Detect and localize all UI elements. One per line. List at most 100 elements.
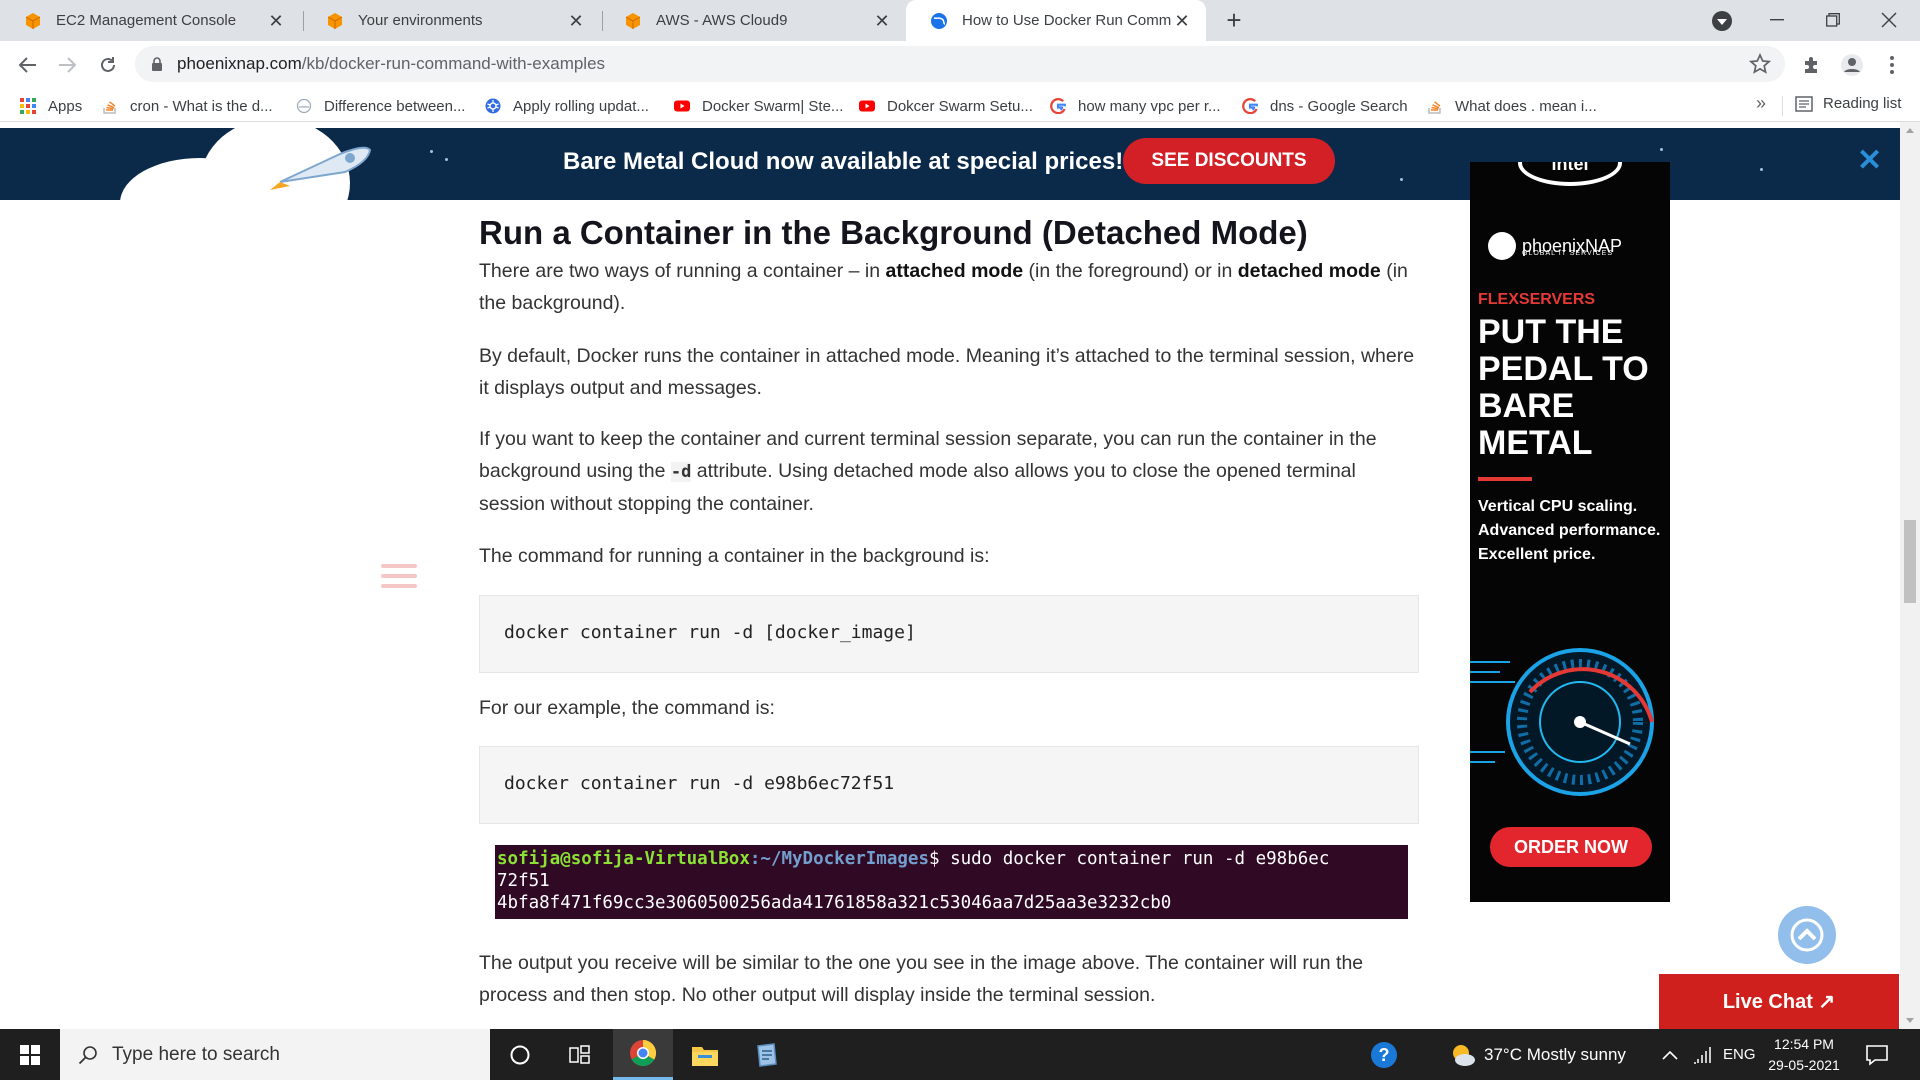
minimize-window-button[interactable] (1749, 0, 1805, 40)
partly-sunny-icon (1453, 1044, 1475, 1066)
notification-bubble-icon (1866, 1044, 1888, 1066)
page-viewport: Bare Metal Cloud now available at specia… (0, 122, 1920, 1029)
browser-toolbar: phoenixnap.com/kb/docker-run-command-wit… (0, 41, 1920, 88)
page-scrollbar[interactable] (1900, 122, 1920, 1029)
scroll-up-arrow-icon[interactable] (1906, 128, 1914, 133)
order-now-button[interactable]: ORDER NOW (1490, 827, 1652, 867)
question-circle-icon: ? (1371, 1041, 1397, 1068)
code-block[interactable]: docker container run -d e98b6ec72f51 (479, 746, 1419, 824)
kebab-menu-icon (1890, 56, 1894, 74)
aws-orange-cube-icon (625, 12, 641, 29)
bookmarks-bar: Apps cron - What is the d... Difference … (0, 88, 1920, 122)
live-chat-button[interactable]: Live Chat ↗ (1659, 974, 1899, 1029)
app-window-icon (757, 1042, 777, 1067)
bookmark-vpc-per-region[interactable]: how many vpc per r... (1050, 95, 1221, 117)
weather-widget[interactable]: 37°C Mostly sunny (1450, 1029, 1626, 1080)
bookmark-label: What does . mean i... (1455, 97, 1597, 115)
weather-text: 37°C Mostly sunny (1484, 1044, 1626, 1064)
bookmark-apps[interactable]: Apps (20, 95, 82, 117)
ad-copy-line: Advanced performance. (1478, 522, 1661, 539)
tab-aws-cloud9[interactable]: AWS - AWS Cloud9 ✕ (600, 0, 906, 41)
notifications-button[interactable] (1865, 1029, 1889, 1080)
rocket-illustration-icon (270, 146, 372, 190)
taskbar-app[interactable] (737, 1029, 797, 1080)
close-banner-icon[interactable]: ✕ (1857, 146, 1882, 176)
close-icon (1881, 12, 1897, 28)
terminal-line: sofija@sofija-VirtualBox:~/MyDockerImage… (497, 848, 1406, 870)
star-decoration (445, 158, 448, 161)
close-tab-icon[interactable]: ✕ (1172, 11, 1192, 31)
bookmark-label: Dokcer Swarm Setu... (887, 97, 1033, 115)
show-hidden-icons-button[interactable] (1662, 1029, 1678, 1080)
table-of-contents-menu-icon[interactable] (381, 564, 417, 594)
extensions-button[interactable] (1800, 53, 1824, 77)
bookmark-label: dns - Google Search (1270, 97, 1408, 115)
close-window-button[interactable] (1861, 0, 1917, 40)
paragraph-detached-flag: If you want to keep the container and cu… (479, 423, 1419, 520)
tab-ec2-console[interactable]: EC2 Management Console ✕ (0, 0, 300, 41)
scroll-to-top-button[interactable] (1778, 906, 1836, 964)
bookmark-dokcer-swarm-setup[interactable]: Dokcer Swarm Setu... (859, 95, 1033, 117)
divider (1782, 96, 1783, 116)
taskbar-chrome[interactable] (613, 1029, 673, 1080)
ad-headline: PUT THE PEDAL TO BARE METAL (1478, 313, 1649, 462)
reading-list-label: Reading list (1823, 95, 1902, 112)
close-tab-icon[interactable]: ✕ (566, 11, 586, 31)
scroll-down-arrow-icon[interactable] (1906, 1018, 1914, 1023)
bookmark-label: Apps (48, 97, 83, 115)
search-placeholder: Type here to search (112, 1043, 280, 1065)
reading-list-button[interactable]: Reading list (1795, 95, 1901, 112)
bookmark-cron[interactable]: cron - What is the d... (102, 95, 273, 117)
terminal-command: $ sudo docker container run -d e98b6ec (929, 849, 1330, 869)
bookmark-label: how many vpc per r... (1078, 97, 1221, 115)
aws-orange-cube-icon (25, 12, 41, 29)
back-button[interactable] (12, 49, 44, 81)
clock-date: 29-05-2021 (1768, 1057, 1840, 1073)
bookmark-rolling-update[interactable]: Apply rolling updat... (485, 95, 649, 117)
new-tab-button[interactable]: + (1219, 5, 1249, 35)
tab-title: Your environments (358, 12, 483, 29)
tab-your-environments[interactable]: Your environments ✕ (302, 0, 600, 41)
phoenixnap-logo: phoenixNAP GLOBAL IT SERVICES (1488, 232, 1622, 260)
scrollbar-thumb[interactable] (1904, 520, 1916, 603)
windows-taskbar: Type here to search ? 37°C Mostly sunny (0, 1029, 1920, 1080)
input-language[interactable]: ENG (1723, 1029, 1756, 1080)
forward-button[interactable] (51, 49, 83, 81)
browser-tab-strip: EC2 Management Console ✕ Your environmen… (0, 0, 1920, 41)
terminal-path: :~/MyDockerImages (749, 849, 929, 869)
chrome-menu-button[interactable] (1880, 53, 1904, 77)
ad-copy-line: Excellent price. (1478, 546, 1596, 563)
taskbar-clock[interactable]: 12:54 PM 29-05-2021 (1764, 1034, 1844, 1076)
close-tab-icon[interactable]: ✕ (266, 11, 286, 31)
bookmark-docker-swarm-steps[interactable]: Docker Swarm| Ste... (674, 95, 843, 117)
network-icon[interactable] (1692, 1029, 1712, 1080)
bookmark-dns-google-search[interactable]: dns - Google Search (1242, 95, 1408, 117)
cortana-button[interactable] (490, 1029, 550, 1080)
restore-window-button[interactable] (1805, 0, 1861, 40)
bookmark-star-icon[interactable] (1749, 53, 1771, 75)
code-block[interactable]: docker container run -d [docker_image] (479, 595, 1419, 673)
more-bookmarks-button[interactable]: » (1756, 93, 1766, 114)
close-tab-icon[interactable]: ✕ (872, 11, 892, 31)
arrow-left-icon (19, 57, 36, 73)
paragraph-default-attached: By default, Docker runs the container in… (479, 345, 1415, 399)
url-path: /kb/docker-run-command-with-examples (301, 54, 606, 73)
bookmark-difference[interactable]: Difference between... (296, 95, 465, 117)
ad-brand-sub: GLOBAL IT SERVICES (1522, 250, 1614, 257)
sidebar-advertisement[interactable]: intel phoenixNAP GLOBAL IT SERVICES FLEX… (1470, 162, 1670, 902)
aws-orange-cube-icon (327, 12, 343, 29)
reload-button[interactable] (92, 49, 124, 81)
text-span: (in the foreground) or in (1023, 260, 1238, 282)
task-view-button[interactable] (550, 1029, 610, 1080)
address-bar[interactable]: phoenixnap.com/kb/docker-run-command-wit… (135, 46, 1785, 82)
tab-search-icon[interactable] (1712, 11, 1732, 31)
taskbar-file-explorer[interactable] (675, 1029, 735, 1080)
profile-button[interactable] (1840, 53, 1864, 77)
bookmark-what-does-mean[interactable]: What does . mean i... (1427, 95, 1597, 117)
start-button[interactable] (0, 1029, 60, 1080)
taskbar-search-box[interactable]: Type here to search (60, 1029, 490, 1080)
reading-list-icon (1795, 95, 1813, 112)
tab-docker-run-article[interactable]: How to Use Docker Run Comma ✕ (906, 0, 1206, 41)
see-discounts-button[interactable]: SEE DISCOUNTS (1123, 138, 1335, 184)
help-icon[interactable]: ? (1370, 1029, 1398, 1080)
